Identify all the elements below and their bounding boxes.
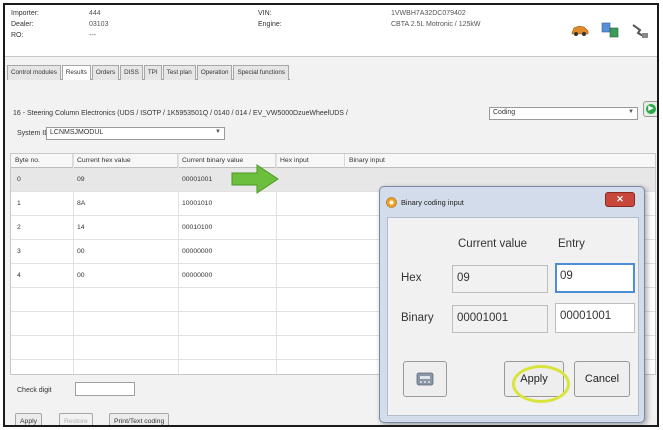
binary-entry-input[interactable]: 00001001 (555, 303, 635, 333)
binary-current-field: 00001001 (452, 305, 548, 333)
column-header-byte[interactable]: Byte no. (11, 154, 73, 168)
dialog-title-bar: Binary coding input (386, 195, 464, 209)
calculator-button[interactable] (403, 361, 447, 397)
tab-operation[interactable]: Operation (196, 65, 233, 80)
function-select[interactable]: Coding ▼ (489, 107, 638, 120)
check-digit-label: Check digit (17, 387, 52, 394)
restore-button[interactable]: Restore (59, 413, 93, 425)
check-digit-input[interactable] (75, 382, 135, 396)
transfer-icon[interactable] (599, 20, 621, 40)
function-select-value: Coding (493, 109, 516, 116)
main-tabs: Control modules Results Orders DISS TPI … (7, 65, 291, 80)
hex-entry-input[interactable]: 09 (555, 263, 635, 293)
go-arrow-icon: ▶ (646, 104, 656, 114)
current-binary-cell: 00000000 (182, 272, 213, 279)
importer-value: 444 (89, 10, 101, 17)
current-hex-cell: 8A (77, 200, 86, 207)
tab-results[interactable]: Results (61, 65, 91, 80)
vin-value: 1VWBH7A32DC079402 (391, 10, 466, 17)
binary-label: Binary (401, 312, 434, 324)
byte-no-cell: 4 (17, 272, 21, 279)
tab-orders[interactable]: Orders (91, 65, 120, 80)
go-button[interactable]: ▶ (643, 101, 657, 117)
tab-diss[interactable]: DISS (120, 65, 143, 80)
entry-header: Entry (558, 238, 585, 250)
dealer-value: 03103 (89, 21, 109, 28)
ro-value: --- (89, 32, 96, 39)
column-header-current-hex[interactable]: Current hex value (73, 154, 178, 168)
system-id-label: System ID (17, 130, 50, 137)
tab-test-plan[interactable]: Test plan (162, 65, 196, 80)
column-header-hex-input[interactable]: Hex input (276, 154, 345, 168)
dialog-content: Current value Entry Hex 09 09 Binary 000… (387, 217, 639, 416)
current-hex-cell: 00 (77, 248, 85, 255)
system-id-select[interactable]: LCNMSJMODUL ▼ (46, 127, 225, 140)
current-hex-cell: 00 (77, 272, 85, 279)
print-text-coding-button[interactable]: Print/Text coding (109, 413, 170, 425)
system-id-value: LCNMSJMODUL (50, 129, 104, 136)
chevron-down-icon: ▼ (628, 109, 634, 115)
column-header-binary-input[interactable]: Binary input (345, 154, 655, 168)
tab-special-functions[interactable]: Special functions (233, 65, 290, 80)
binary-coding-dialog: Binary coding input ✕ Current value Entr… (379, 186, 645, 423)
current-binary-cell: 10001010 (182, 200, 213, 207)
current-binary-cell: 00010100 (182, 224, 213, 231)
module-path: 16 - Steering Column Electronics (UDS / … (13, 110, 348, 117)
hex-label: Hex (401, 272, 422, 284)
current-binary-cell: 00000000 (182, 248, 213, 255)
current-value-header: Current value (458, 238, 528, 250)
byte-no-cell: 1 (17, 200, 21, 207)
hex-current-field: 09 (452, 265, 548, 293)
dealer-label: Dealer: (11, 21, 34, 28)
ro-label: RO: (11, 32, 24, 39)
calculator-icon (416, 372, 434, 386)
byte-no-cell: 2 (17, 224, 21, 231)
importer-label: Importer: (11, 10, 40, 17)
annotation-arrow-icon (231, 164, 279, 194)
header-toolbar (569, 19, 651, 41)
plug-icon[interactable] (629, 20, 651, 40)
highlight-ring (512, 365, 570, 403)
byte-no-cell: 0 (17, 176, 21, 183)
byte-no-cell: 3 (17, 248, 21, 255)
vehicle-header: Importer: 444 Dealer: 03103 RO: --- VIN:… (5, 5, 657, 57)
current-hex-cell: 14 (77, 224, 85, 231)
tab-tpi[interactable]: TPI (143, 65, 162, 80)
engine-label: Engine: (258, 21, 282, 28)
dialog-title: Binary coding input (401, 197, 464, 207)
current-hex-cell: 09 (77, 176, 85, 183)
close-icon[interactable]: ✕ (605, 192, 635, 207)
odis-window: Importer: 444 Dealer: 03103 RO: --- VIN:… (3, 3, 659, 427)
car-icon[interactable] (569, 20, 591, 40)
chevron-down-icon: ▼ (215, 129, 221, 135)
tab-control-modules[interactable]: Control modules (7, 65, 61, 80)
app-logo-icon (386, 196, 397, 208)
apply-button[interactable]: Apply (15, 413, 43, 425)
vin-label: VIN: (258, 10, 272, 17)
dialog-cancel-button[interactable]: Cancel (574, 361, 630, 397)
current-binary-cell: 00001001 (182, 176, 213, 183)
engine-value: CBTA 2.5L Motronic / 125kW (391, 21, 481, 28)
